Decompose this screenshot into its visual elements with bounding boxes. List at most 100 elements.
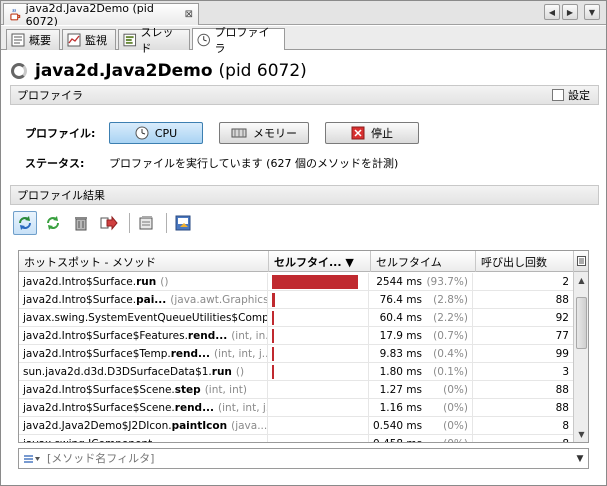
scroll-left-icon[interactable]: ◀ — [544, 4, 560, 20]
dump-heap-button[interactable] — [97, 211, 121, 235]
method-cell: java2d.Java2Demo$J2DIcon. paintIcon (java.… — [19, 417, 268, 435]
column-header-method[interactable]: ホットスポット - メソッド — [19, 251, 269, 272]
self-time-percent: (0.1%) — [433, 366, 468, 378]
column-header-self-time[interactable]: セルフタイム — [371, 251, 476, 272]
table-row[interactable]: javax.swing.SystemEventQueueUtilities$Co… — [19, 309, 574, 327]
self-time-bar-cell — [268, 327, 369, 345]
column-header-invocations[interactable]: 呼び出し回数 — [476, 251, 575, 272]
table-row[interactable]: java2d.Intro$Surface. run() 2544 ms (93.7%)… — [19, 273, 574, 291]
app-name: java2d.Java2Demo — [35, 61, 213, 81]
column-chooser-icon[interactable] — [574, 251, 588, 272]
document-tab[interactable]: java2d.Java2Demo (pid 6072) ⊠ — [3, 2, 199, 28]
toolbar-separator — [166, 213, 167, 233]
method-name: pai... — [136, 294, 167, 306]
self-time-cell: 2544 ms (93.7%) — [369, 273, 473, 291]
reset-results-button[interactable] — [69, 211, 93, 235]
hotspot-table: ホットスポット - メソッド セルフタイ... ▼ セルフタイム 呼び出し回数 … — [18, 250, 589, 443]
method-cell: sun.java2d.d3d.D3DSurfaceData$1. run() — [19, 363, 268, 381]
scroll-down-icon[interactable]: ▼ — [574, 427, 588, 442]
scroll-up-icon[interactable]: ▲ — [574, 273, 588, 288]
table-row[interactable]: java2d.Intro$Surface$Scene. rend... (int, … — [19, 399, 574, 417]
running-spinner-icon — [11, 63, 27, 79]
tab-profiler-label: プロファイラ — [214, 25, 270, 55]
table-header: ホットスポット - メソッド セルフタイ... ▼ セルフタイム 呼び出し回数 — [19, 251, 588, 272]
close-tab-icon[interactable]: ⊠ — [185, 9, 193, 20]
tab-monitor[interactable]: 監視 — [62, 29, 116, 50]
self-time-percent: (0%) — [443, 402, 468, 414]
cpu-button[interactable]: CPU — [109, 122, 203, 144]
cpu-button-label: CPU — [154, 126, 178, 140]
method-cell: javax.swing.SystemEventQueueUtilities$Co… — [19, 309, 268, 327]
method-class: java2d.Intro$Surface. — [23, 294, 137, 306]
self-time-bar — [272, 365, 274, 379]
method-filter[interactable]: ▼ — [18, 448, 589, 469]
profiler-section-header: プロファイラ 設定 — [10, 85, 599, 105]
table-row[interactable]: java2d.Intro$Surface. pai... (java.awt.Gra… — [19, 291, 574, 309]
method-class: java2d.Java2Demo$J2DIcon. — [23, 420, 172, 432]
self-time-bar-cell — [268, 399, 369, 417]
method-name: step — [174, 384, 201, 396]
self-time-bar-cell — [268, 417, 369, 435]
invocations-cell: 2 — [473, 273, 574, 291]
tab-navigation: ◀ ▶ ▼ — [544, 4, 600, 20]
self-time-cell: 1.27 ms (0%) — [369, 381, 473, 399]
settings-toggle[interactable]: 設定 — [552, 87, 590, 103]
self-time-percent: (0%) — [443, 384, 468, 396]
save-image-icon — [175, 215, 191, 231]
table-row[interactable]: java2d.Intro$Surface$Scene. step (int, int… — [19, 381, 574, 399]
self-time-bar-cell — [268, 381, 369, 399]
profiler-section-title: プロファイラ — [17, 89, 83, 102]
snapshot-button[interactable] — [134, 211, 158, 235]
memory-chip-icon — [231, 128, 247, 138]
tab-threads[interactable]: スレッド — [118, 26, 190, 55]
auto-refresh-icon — [19, 216, 31, 230]
self-time-bar-cell — [268, 309, 369, 327]
self-time-bar — [272, 329, 274, 343]
tab-list-icon[interactable]: ▼ — [584, 4, 600, 20]
method-params: (int, in... — [231, 330, 267, 342]
self-time-percent: (0.4%) — [433, 348, 468, 360]
method-cell: java2d.Intro$Surface$Temp. rend... (int, i… — [19, 345, 268, 363]
refresh-button[interactable] — [41, 211, 65, 235]
save-snapshot-button[interactable] — [171, 211, 195, 235]
scrollbar-thumb[interactable] — [576, 297, 587, 349]
table-row[interactable]: java2d.Java2Demo$J2DIcon. paintIcon (java.… — [19, 417, 574, 435]
stop-button[interactable]: 停止 — [325, 122, 419, 144]
column-header-self-time-bar[interactable]: セルフタイ... ▼ — [269, 251, 371, 272]
table-row[interactable]: sun.java2d.d3d.D3DSurfaceData$1. run() 1.8… — [19, 363, 574, 381]
method-name: paintIcon — [171, 420, 228, 432]
invocations-cell: 88 — [473, 381, 574, 399]
auto-refresh-button[interactable] — [13, 211, 37, 235]
tab-overview[interactable]: 概要 — [6, 29, 60, 50]
settings-checkbox[interactable] — [552, 89, 564, 101]
table-row[interactable]: java2d.Intro$Surface$Temp. rend... (int, i… — [19, 345, 574, 363]
method-class: javax.swing.SystemEventQueueUtilities$Co… — [23, 312, 268, 324]
profile-label: プロファイル: — [25, 127, 96, 140]
self-time-value: 17.9 ms — [379, 330, 422, 342]
vertical-scrollbar[interactable]: ▲ ▼ — [573, 251, 588, 442]
memory-button[interactable]: メモリー — [219, 122, 309, 144]
self-time-cell: 76.4 ms (2.8%) — [369, 291, 473, 309]
self-time-cell: 0.458 ms (0%) — [369, 435, 473, 442]
self-time-percent: (0%) — [443, 420, 468, 432]
self-time-value: 9.83 ms — [379, 348, 422, 360]
scroll-right-icon[interactable]: ▶ — [562, 4, 578, 20]
trash-icon — [75, 217, 87, 231]
method-name: rend... — [174, 402, 215, 414]
self-time-bar — [272, 347, 274, 361]
profiler-icon — [197, 33, 210, 46]
method-name: run — [136, 276, 157, 288]
table-row[interactable]: java2d.Intro$Surface$Features. rend... (in… — [19, 327, 574, 345]
self-time-cell: 1.16 ms (0%) — [369, 399, 473, 417]
method-class: java2d.Intro$Surface. — [23, 276, 137, 288]
overview-icon — [11, 33, 25, 47]
view-tab-bar: 概要 監視 スレッド プロファイラ — [1, 26, 606, 55]
tab-profiler[interactable]: プロファイラ — [192, 26, 285, 55]
method-name: rend... — [187, 330, 228, 342]
self-time-percent: (2.8%) — [433, 294, 468, 306]
method-params: (java.awt.Graphics) — [170, 294, 268, 306]
filter-dropdown-icon[interactable]: ▼ — [572, 454, 588, 464]
method-filter-input[interactable] — [45, 451, 572, 466]
table-row[interactable]: javax.swing.JComponent... 0.458 ms (0%) 8 — [19, 435, 574, 442]
method-name: run — [211, 366, 232, 378]
